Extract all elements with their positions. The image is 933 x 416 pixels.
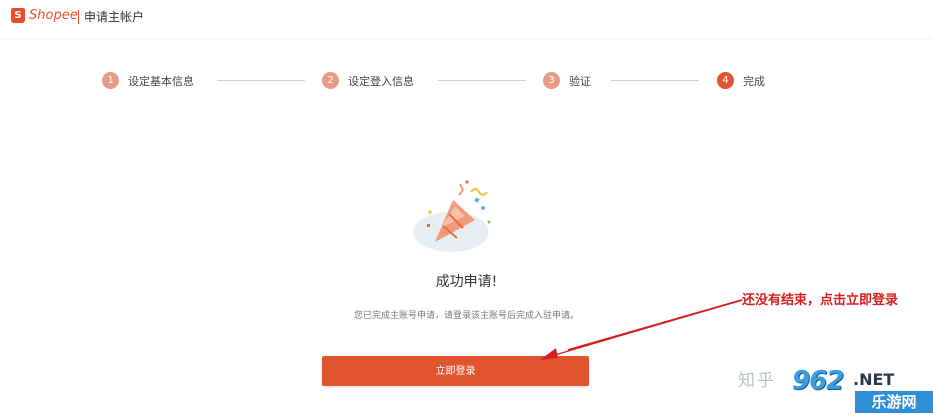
party-popper-icon xyxy=(413,180,491,252)
step-number: 2 xyxy=(322,72,339,89)
watermark-number: 962 xyxy=(792,366,844,396)
watermark-suffix: .NET xyxy=(853,370,895,389)
annotation-text: 还没有结束，点击立即登录 xyxy=(742,293,899,308)
step-connector xyxy=(217,80,305,81)
step-connector xyxy=(611,80,699,81)
step-number: 1 xyxy=(102,72,119,89)
step-label: 设定登入信息 xyxy=(348,75,414,88)
watermark-site-name: 乐游网 xyxy=(855,391,933,413)
zhihu-watermark: 知乎 xyxy=(738,371,776,391)
login-now-button[interactable]: 立即登录 xyxy=(322,356,589,386)
step-label: 设定基本信息 xyxy=(128,75,194,88)
step-label: 验证 xyxy=(569,75,591,88)
top-header: S Shopee 申请主帐户 xyxy=(0,0,933,38)
shopee-logo[interactable]: Shopee xyxy=(29,8,78,23)
step-number: 3 xyxy=(543,72,560,89)
shopee-bag-icon[interactable]: S xyxy=(11,8,25,23)
success-description: 您已完成主账号申请，请登录该主账号后完成入驻申请。 xyxy=(353,311,579,321)
header-divider xyxy=(78,10,79,24)
step-label: 完成 xyxy=(743,75,765,88)
success-title: 成功申请! xyxy=(435,274,498,290)
page-title: 申请主帐户 xyxy=(84,10,145,24)
step-number: 4 xyxy=(717,72,734,89)
step-connector xyxy=(438,80,526,81)
